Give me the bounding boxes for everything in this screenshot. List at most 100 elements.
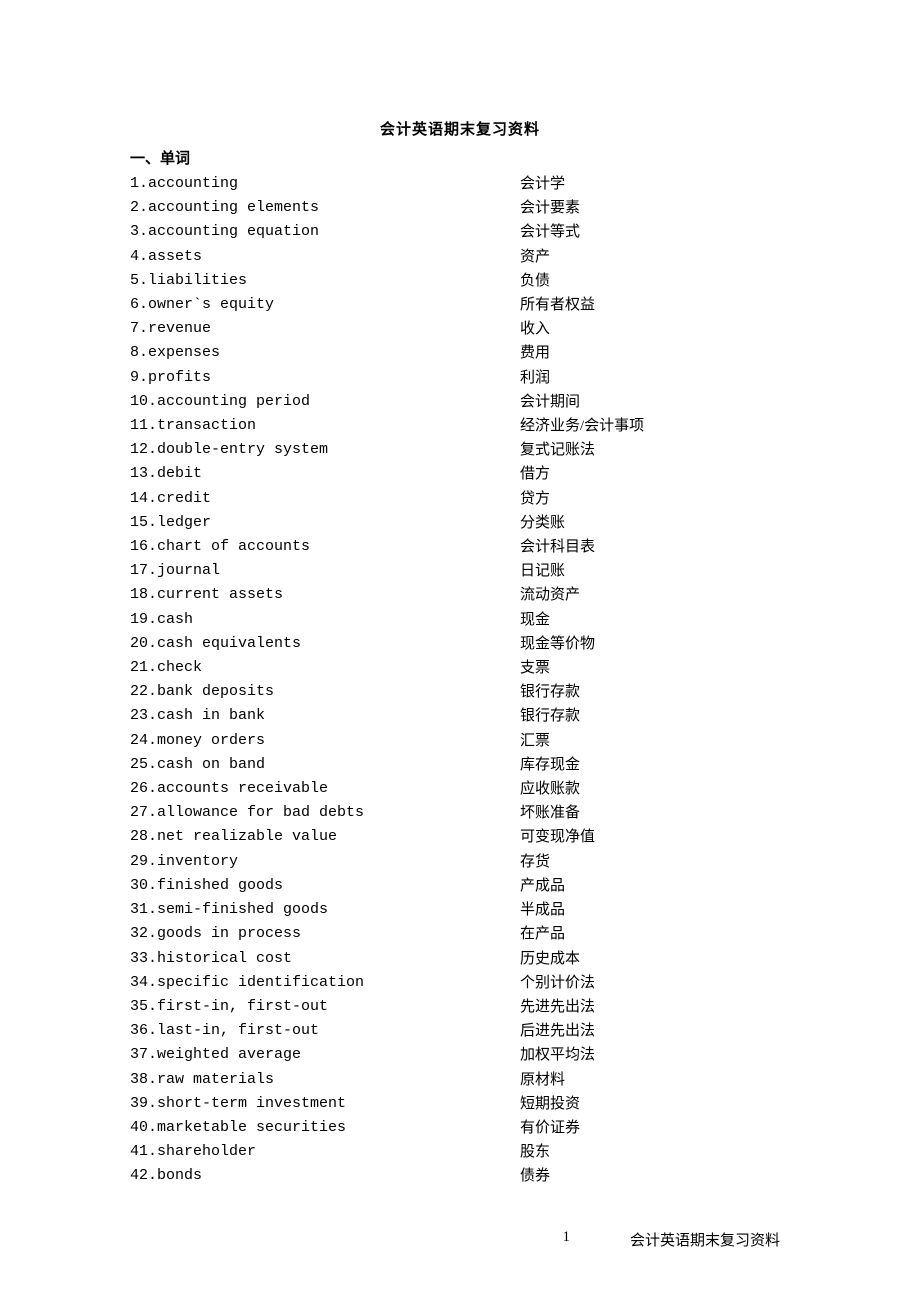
vocab-row: 38.raw materials原材料 bbox=[130, 1068, 790, 1092]
vocab-term-zh: 费用 bbox=[520, 341, 790, 365]
vocab-term-en: 12.double-entry system bbox=[130, 438, 520, 462]
vocab-row: 10.accounting period会计期间 bbox=[130, 390, 790, 414]
vocab-term-zh: 日记账 bbox=[520, 559, 790, 583]
vocab-term-zh: 会计学 bbox=[520, 172, 790, 196]
vocab-term-en: 19.cash bbox=[130, 608, 520, 632]
vocab-term-zh: 支票 bbox=[520, 656, 790, 680]
vocab-term-en: 17.journal bbox=[130, 559, 520, 583]
vocab-term-en: 13.debit bbox=[130, 462, 520, 486]
footer-page-number: 1 bbox=[130, 1229, 630, 1250]
vocab-row: 12.double-entry system复式记账法 bbox=[130, 438, 790, 462]
vocab-term-en: 20.cash equivalents bbox=[130, 632, 520, 656]
vocab-term-zh: 贷方 bbox=[520, 487, 790, 511]
vocab-row: 31.semi-finished goods半成品 bbox=[130, 898, 790, 922]
vocab-term-zh: 产成品 bbox=[520, 874, 790, 898]
vocab-list: 1.accounting会计学2.accounting elements会计要素… bbox=[130, 172, 790, 1189]
vocab-term-zh: 有价证券 bbox=[520, 1116, 790, 1140]
vocab-term-en: 4.assets bbox=[130, 245, 520, 269]
vocab-term-zh: 银行存款 bbox=[520, 704, 790, 728]
vocab-term-en: 6.owner`s equity bbox=[130, 293, 520, 317]
vocab-term-en: 8.expenses bbox=[130, 341, 520, 365]
vocab-term-zh: 可变现净值 bbox=[520, 825, 790, 849]
vocab-term-zh: 会计科目表 bbox=[520, 535, 790, 559]
vocab-term-en: 10.accounting period bbox=[130, 390, 520, 414]
vocab-term-en: 31.semi-finished goods bbox=[130, 898, 520, 922]
vocab-term-en: 22.bank deposits bbox=[130, 680, 520, 704]
vocab-term-zh: 短期投资 bbox=[520, 1092, 790, 1116]
vocab-term-zh: 会计等式 bbox=[520, 220, 790, 244]
vocab-row: 7.revenue收入 bbox=[130, 317, 790, 341]
vocab-term-zh: 现金 bbox=[520, 608, 790, 632]
vocab-term-zh: 加权平均法 bbox=[520, 1043, 790, 1067]
vocab-term-zh: 汇票 bbox=[520, 729, 790, 753]
vocab-term-zh: 经济业务/会计事项 bbox=[520, 414, 790, 438]
vocab-term-en: 37.weighted average bbox=[130, 1043, 520, 1067]
vocab-term-en: 32.goods in process bbox=[130, 922, 520, 946]
vocab-row: 28.net realizable value可变现净值 bbox=[130, 825, 790, 849]
vocab-term-en: 42.bonds bbox=[130, 1164, 520, 1188]
vocab-term-en: 11.transaction bbox=[130, 414, 520, 438]
vocab-term-en: 16.chart of accounts bbox=[130, 535, 520, 559]
vocab-row: 11.transaction经济业务/会计事项 bbox=[130, 414, 790, 438]
vocab-term-zh: 历史成本 bbox=[520, 947, 790, 971]
vocab-term-zh: 个别计价法 bbox=[520, 971, 790, 995]
vocab-row: 3.accounting equation会计等式 bbox=[130, 220, 790, 244]
vocab-row: 17.journal日记账 bbox=[130, 559, 790, 583]
vocab-row: 9.profits利润 bbox=[130, 366, 790, 390]
vocab-term-en: 35.first-in, first-out bbox=[130, 995, 520, 1019]
vocab-row: 24.money orders汇票 bbox=[130, 729, 790, 753]
vocab-term-en: 15.ledger bbox=[130, 511, 520, 535]
vocab-term-zh: 后进先出法 bbox=[520, 1019, 790, 1043]
document-page: 会计英语期末复习资料 一、单词 1.accounting会计学2.account… bbox=[0, 0, 920, 1290]
vocab-term-zh: 应收账款 bbox=[520, 777, 790, 801]
vocab-row: 25.cash on band库存现金 bbox=[130, 753, 790, 777]
vocab-term-zh: 原材料 bbox=[520, 1068, 790, 1092]
footer-label: 会计英语期末复习资料 bbox=[630, 1229, 790, 1250]
vocab-term-en: 38.raw materials bbox=[130, 1068, 520, 1092]
vocab-term-en: 41.shareholder bbox=[130, 1140, 520, 1164]
vocab-term-zh: 借方 bbox=[520, 462, 790, 486]
vocab-term-zh: 负债 bbox=[520, 269, 790, 293]
vocab-row: 5.liabilities负债 bbox=[130, 269, 790, 293]
vocab-row: 33.historical cost历史成本 bbox=[130, 947, 790, 971]
section-heading: 一、单词 bbox=[130, 147, 790, 168]
vocab-term-en: 5.liabilities bbox=[130, 269, 520, 293]
vocab-row: 8.expenses费用 bbox=[130, 341, 790, 365]
vocab-term-en: 2.accounting elements bbox=[130, 196, 520, 220]
vocab-term-zh: 半成品 bbox=[520, 898, 790, 922]
vocab-term-en: 40.marketable securities bbox=[130, 1116, 520, 1140]
vocab-term-zh: 股东 bbox=[520, 1140, 790, 1164]
vocab-row: 29.inventory存货 bbox=[130, 850, 790, 874]
vocab-term-en: 23.cash in bank bbox=[130, 704, 520, 728]
vocab-row: 36.last-in, first-out后进先出法 bbox=[130, 1019, 790, 1043]
vocab-term-zh: 银行存款 bbox=[520, 680, 790, 704]
vocab-term-en: 14.credit bbox=[130, 487, 520, 511]
vocab-row: 26.accounts receivable应收账款 bbox=[130, 777, 790, 801]
vocab-row: 18.current assets流动资产 bbox=[130, 583, 790, 607]
vocab-term-en: 28.net realizable value bbox=[130, 825, 520, 849]
vocab-term-en: 39.short-term investment bbox=[130, 1092, 520, 1116]
vocab-term-zh: 库存现金 bbox=[520, 753, 790, 777]
vocab-term-en: 24.money orders bbox=[130, 729, 520, 753]
vocab-row: 23.cash in bank银行存款 bbox=[130, 704, 790, 728]
vocab-row: 32.goods in process在产品 bbox=[130, 922, 790, 946]
vocab-row: 2.accounting elements会计要素 bbox=[130, 196, 790, 220]
vocab-term-en: 34.specific identification bbox=[130, 971, 520, 995]
vocab-row: 1.accounting会计学 bbox=[130, 172, 790, 196]
vocab-term-en: 33.historical cost bbox=[130, 947, 520, 971]
vocab-term-en: 25.cash on band bbox=[130, 753, 520, 777]
vocab-term-en: 9.profits bbox=[130, 366, 520, 390]
page-title: 会计英语期末复习资料 bbox=[130, 118, 790, 139]
vocab-term-zh: 债券 bbox=[520, 1164, 790, 1188]
vocab-row: 19.cash现金 bbox=[130, 608, 790, 632]
vocab-term-en: 18.current assets bbox=[130, 583, 520, 607]
vocab-term-zh: 现金等价物 bbox=[520, 632, 790, 656]
vocab-term-zh: 流动资产 bbox=[520, 583, 790, 607]
vocab-term-en: 26.accounts receivable bbox=[130, 777, 520, 801]
vocab-term-en: 21.check bbox=[130, 656, 520, 680]
vocab-term-zh: 先进先出法 bbox=[520, 995, 790, 1019]
vocab-row: 13.debit借方 bbox=[130, 462, 790, 486]
vocab-term-zh: 会计期间 bbox=[520, 390, 790, 414]
vocab-term-zh: 存货 bbox=[520, 850, 790, 874]
vocab-row: 40.marketable securities有价证券 bbox=[130, 1116, 790, 1140]
